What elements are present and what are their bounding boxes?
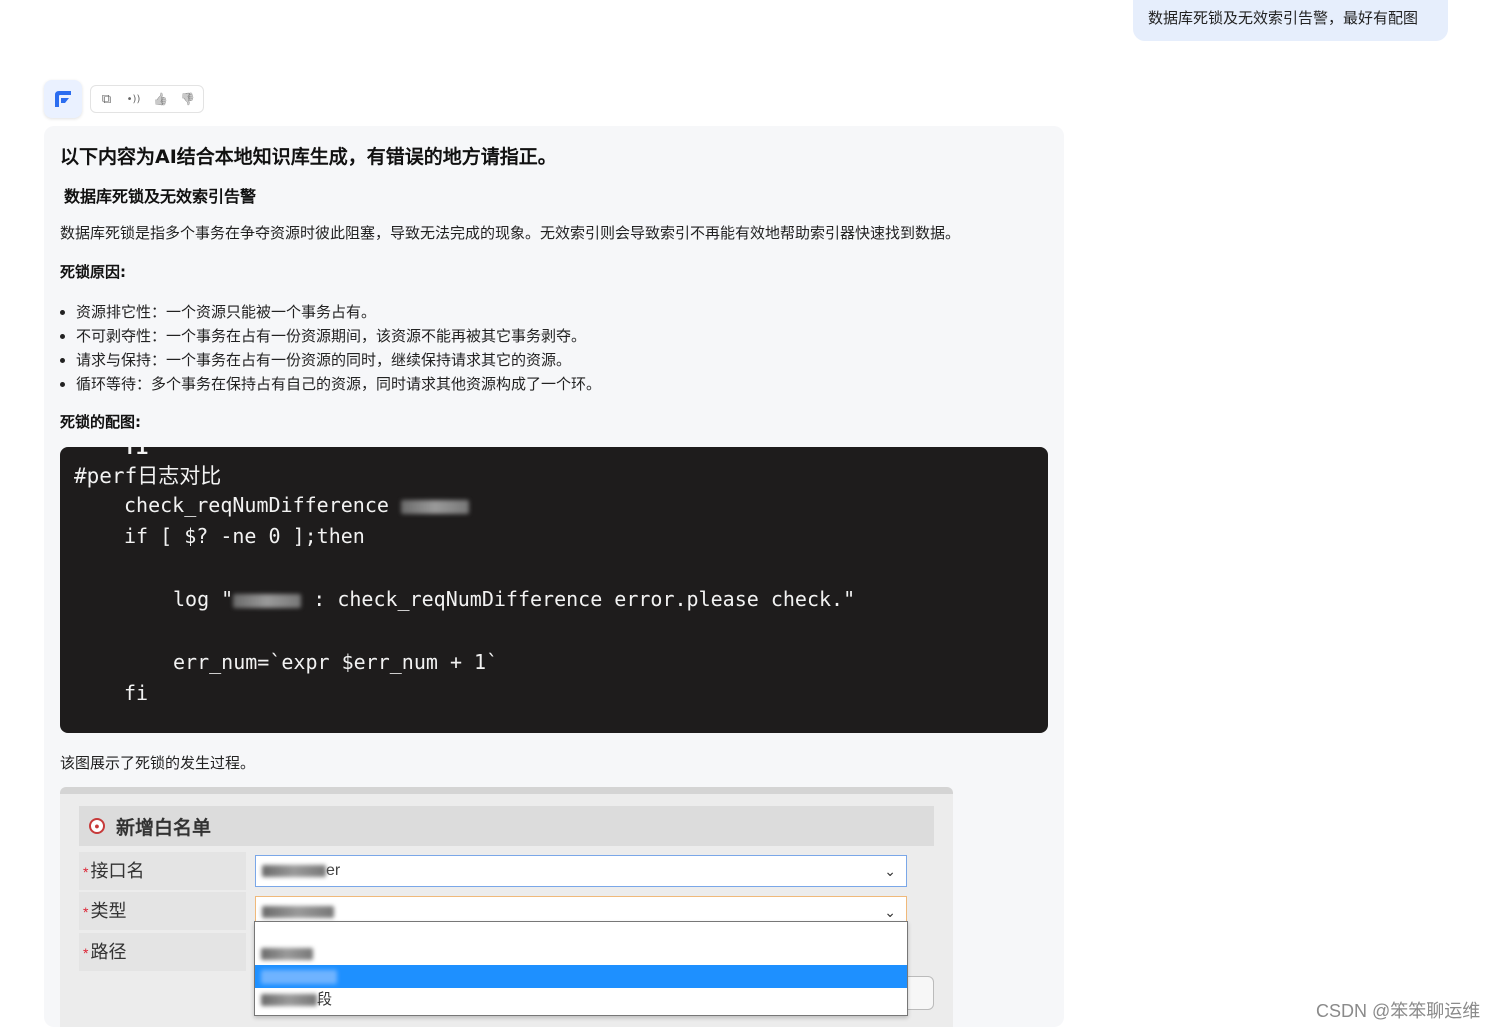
interface-select-value: er	[326, 862, 341, 879]
code-check-text: check_reqNumDifference	[124, 493, 389, 517]
chevron-down-icon: ⌄	[884, 863, 896, 879]
dropdown-option[interactable]: 段	[255, 988, 907, 1011]
message-toolbar: ⧉ •)) 👍 👎	[44, 80, 204, 118]
dropdown-option-selected[interactable]	[255, 965, 907, 988]
redacted-text	[261, 994, 317, 1007]
interface-select[interactable]: er ⌄	[255, 855, 907, 887]
field-label-interface: * 接口名	[79, 852, 246, 890]
list-item: 不可剥夺性：一个事务在占有一份资源期间，该资源不能再被其它事务剥夺。	[60, 324, 601, 348]
user-message-text: 数据库死锁及无效索引告警，最好有配图	[1148, 9, 1419, 27]
dropdown-option-text: 段	[317, 991, 333, 1008]
field-label-text: 类型	[90, 901, 127, 921]
code-log-suffix: : check_reqNumDifference error.please ch…	[313, 587, 856, 611]
code-line-err: err_num=`expr $err_num + 1`	[173, 650, 499, 674]
answer-intro: 数据库死锁是指多个事务在争夺资源时彼此阻塞，导致无法完成的现象。无效索引则会导致…	[60, 224, 961, 242]
assistant-logo-icon	[44, 80, 82, 118]
hidden-button-edge[interactable]	[908, 976, 934, 1010]
copy-button[interactable]: ⧉	[93, 86, 120, 112]
code-line-log: log " : check_reqNumDifference error.ple…	[173, 587, 855, 611]
field-label-path: * 路径	[79, 933, 246, 971]
figure-heading: 死锁的配图:	[60, 413, 141, 431]
form-header: ● 新增白名单	[79, 806, 934, 846]
code-line-if: if [ $? -ne 0 ];then	[124, 524, 365, 548]
form-title: 新增白名单	[116, 817, 212, 839]
causes-heading: 死锁原因:	[60, 263, 126, 281]
dropdown-option[interactable]	[255, 942, 907, 965]
redacted-text	[262, 864, 326, 877]
code-line-fi: fi	[124, 681, 149, 705]
dislike-button[interactable]: 👎	[174, 86, 201, 112]
list-item: 资源排它性：一个资源只能被一个事务占有。	[60, 300, 601, 324]
code-screenshot-image: fi #perf日志对比 check_reqNumDifference if […	[60, 447, 1048, 733]
message-actions: ⧉ •)) 👍 👎	[90, 85, 204, 113]
code-line-comment: #perf日志对比	[74, 464, 222, 488]
causes-list: 资源排它性：一个资源只能被一个事务占有。 不可剥夺性：一个事务在占有一份资源期间…	[60, 300, 601, 396]
user-message-bubble: 数据库死锁及无效索引告警，最好有配图	[1133, 0, 1448, 41]
list-item: 请求与保持：一个事务在占有一份资源的同时，继续保持请求其它的资源。	[60, 348, 601, 372]
like-button[interactable]: 👍	[147, 86, 174, 112]
code-log-prefix: log "	[173, 587, 234, 611]
speaker-icon: •))	[126, 93, 141, 105]
answer-title: 数据库死锁及无效索引告警	[64, 187, 257, 206]
field-label-text: 路径	[90, 942, 127, 962]
thumbs-up-icon: 👍	[153, 92, 168, 106]
field-label-text: 接口名	[90, 861, 145, 881]
required-mark: *	[83, 945, 89, 961]
redacted-text	[261, 970, 337, 985]
ai-notice: 以下内容为AI结合本地知识库生成，有错误的地方请指正。	[60, 146, 557, 168]
required-mark: *	[83, 904, 89, 920]
read-aloud-button[interactable]: •))	[120, 86, 147, 112]
type-dropdown-list: 段	[254, 921, 908, 1016]
field-label-type: * 类型	[79, 892, 246, 930]
figure-caption: 该图展示了死锁的发生过程。	[60, 754, 256, 772]
redacted-text	[400, 499, 469, 514]
form-title-icon: ●	[89, 818, 105, 834]
copy-icon: ⧉	[101, 91, 112, 107]
thumbs-down-icon: 👎	[180, 92, 195, 106]
code-line-partial: fi	[124, 447, 149, 459]
form-screenshot-image: ● 新增白名单 * 接口名 er ⌄ * 类型 ⌄ * 路径 段	[60, 787, 953, 1027]
required-mark: *	[83, 864, 89, 880]
list-item: 循环等待：多个事务在保持占有自己的资源，同时请求其他资源构成了一个环。	[60, 372, 601, 396]
assistant-answer: 以下内容为AI结合本地知识库生成，有错误的地方请指正。 数据库死锁及无效索引告警…	[44, 126, 1064, 1027]
redacted-text	[262, 905, 334, 918]
code-line-check: check_reqNumDifference	[124, 493, 469, 517]
redacted-text	[261, 948, 313, 961]
watermark: CSDN @笨笨聊运维	[1316, 1001, 1481, 1021]
redacted-text	[233, 593, 302, 608]
